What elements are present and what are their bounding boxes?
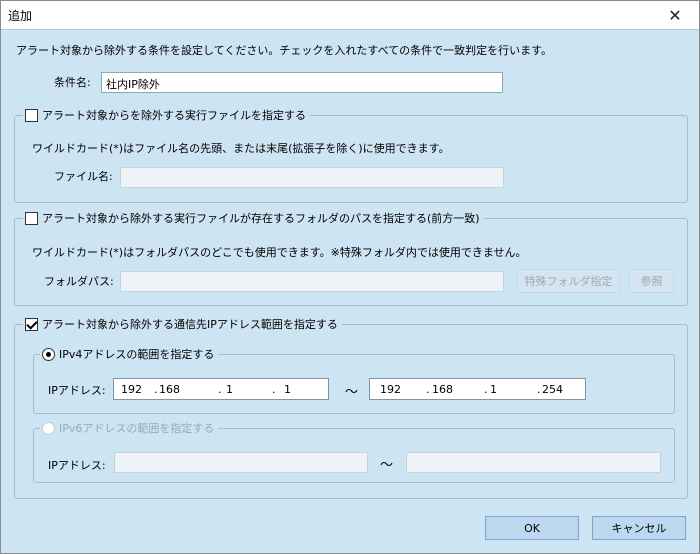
folder-path-note: ワイルドカード(*)はフォルダパスのどこでも使用できます。※特殊フォルダ内では使… [32,246,527,259]
ipv6-range-separator: ～ [380,458,394,473]
exe-file-checkbox[interactable] [25,108,38,122]
folder-path-checkbox[interactable] [25,211,38,225]
ipv4-to-octet-2: 168 [432,383,453,396]
ipv4-range-separator: ～ [345,385,359,400]
window-title: 追加 [8,9,33,23]
folder-path-checkbox-label: アラート対象から除外する実行ファイルが存在するフォルダのパスを指定する(前方一致… [42,212,480,225]
ipv6-legend[interactable]: IPv6アドレスの範囲を指定する [40,420,219,436]
cancel-button[interactable]: キャンセル [592,516,686,540]
exe-file-checkbox-label: アラート対象からを除外する実行ファイルを指定する [42,109,306,122]
folder-path-label: フォルダパス: [44,275,114,288]
ipv4-from-octet-1: 192 [121,383,142,396]
ip-range-checkbox[interactable] [25,317,38,331]
ipv6-from-input[interactable] [114,452,368,473]
exe-file-note: ワイルドカード(*)はファイル名の先頭、または末尾(拡張子を除く)に使用できます… [32,142,450,155]
condition-name-input[interactable]: 社内IP除外 [101,72,503,93]
ip-range-checkbox-label: アラート対象から除外する通信先IPアドレス範囲を指定する [42,318,338,331]
title-bar: 追加 ✕ [1,1,699,30]
ipv4-from-octet-3: 1 [226,383,233,396]
ipv4-group: IPv4アドレスの範囲を指定する IPアドレス: 192 . 168 . 1 .… [33,346,675,414]
folder-path-input[interactable] [120,271,504,292]
ipv6-radio-label: IPv6アドレスの範囲を指定する [59,422,215,435]
ipv6-group: IPv6アドレスの範囲を指定する IPアドレス: ～ [33,420,675,483]
condition-name-label: 条件名: [54,76,91,89]
ok-button[interactable]: OK [485,516,579,540]
special-folder-button[interactable]: 特殊フォルダ指定 [517,269,620,293]
ipv4-from-octet-2: 168 [159,383,180,396]
ipv6-to-input[interactable] [406,452,661,473]
ip-range-group: アラート対象から除外する通信先IPアドレス範囲を指定する IPv4アドレスの範囲… [14,316,688,499]
file-name-label: ファイル名: [54,170,113,183]
ipv4-to-octet-3: 1 [490,383,497,396]
close-icon[interactable]: ✕ [655,1,695,29]
browse-button[interactable]: 参照 [629,269,674,293]
ipv4-radio[interactable] [42,347,55,361]
ipv4-to-octet-1: 192 [380,383,401,396]
ipv4-to-input[interactable]: 192 . 168 . 1 . 254 [369,378,586,400]
ip-range-legend[interactable]: アラート対象から除外する通信先IPアドレス範囲を指定する [23,316,342,332]
ipv4-radio-label: IPv4アドレスの範囲を指定する [59,348,215,361]
folder-path-legend[interactable]: アラート対象から除外する実行ファイルが存在するフォルダのパスを指定する(前方一致… [23,210,484,226]
description-text: アラート対象から除外する条件を設定してください。チェックを入れたすべての条件で一… [16,44,553,57]
dialog-window: 追加 ✕ アラート対象から除外する条件を設定してください。チェックを入れたすべて… [0,0,700,554]
ipv6-radio[interactable] [42,421,55,435]
exe-file-group: アラート対象からを除外する実行ファイルを指定する ワイルドカード(*)はファイル… [14,107,688,203]
ipv4-from-octet-4: 1 [284,383,291,396]
ipv4-from-input[interactable]: 192 . 168 . 1 . 1 [113,378,329,400]
ipv4-legend[interactable]: IPv4アドレスの範囲を指定する [40,346,219,362]
ipv6-ip-label: IPアドレス: [48,459,106,472]
ipv4-to-octet-4: 254 [542,383,563,396]
exe-file-legend[interactable]: アラート対象からを除外する実行ファイルを指定する [23,107,310,123]
folder-path-group: アラート対象から除外する実行ファイルが存在するフォルダのパスを指定する(前方一致… [14,210,688,306]
file-name-input[interactable] [120,167,504,188]
ipv4-ip-label: IPアドレス: [48,384,106,397]
